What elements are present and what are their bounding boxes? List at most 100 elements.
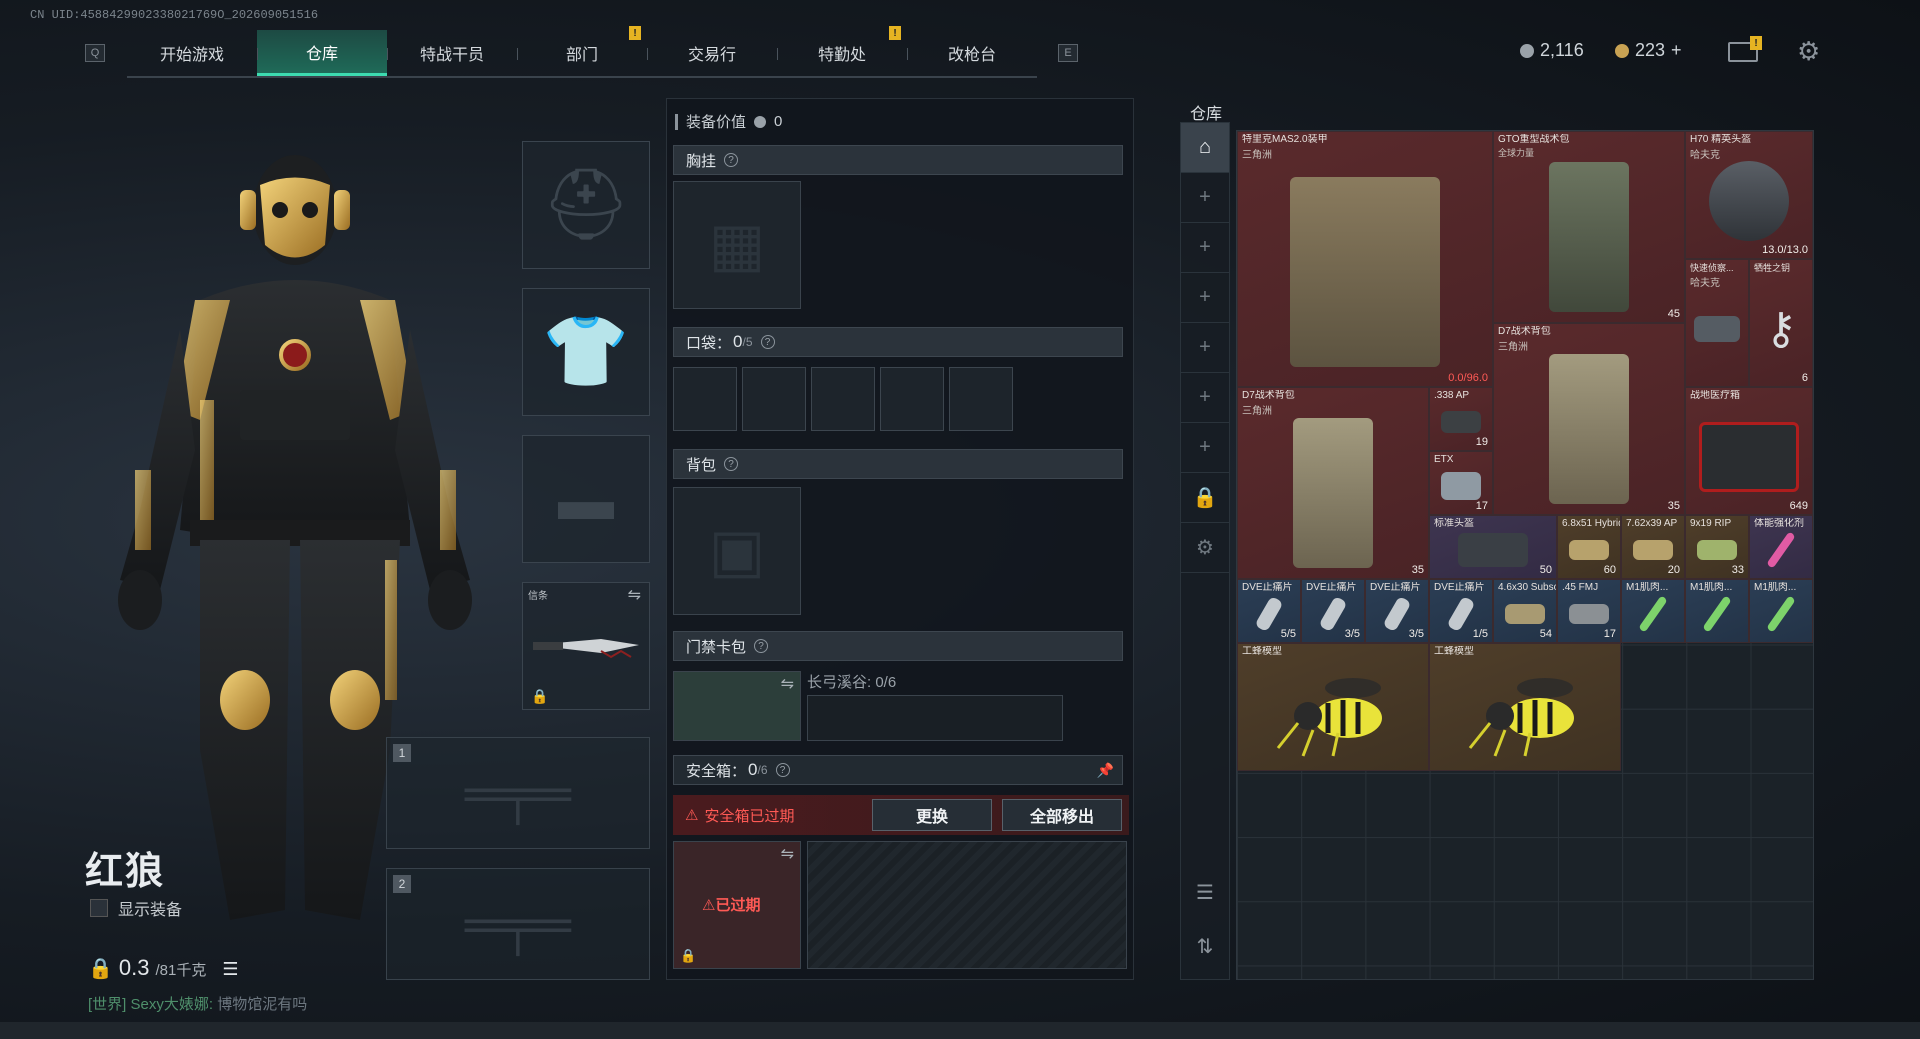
item-name: DVE止痛片 <box>1434 582 1485 593</box>
world-chat[interactable]: [世界] Sexy大婊娜: 博物馆泥有吗 <box>88 993 307 1014</box>
storage-item-key[interactable]: 牺牲之钥 ⚷ 6 <box>1749 259 1813 387</box>
storage-item-d7-bag[interactable]: D7战术背包 三角洲 35 <box>1237 387 1429 579</box>
item-name: 战地医疗箱 <box>1690 390 1740 401</box>
storage-item-stim[interactable]: M1肌肉... <box>1685 579 1749 643</box>
storage-home-tab[interactable]: ⌂ <box>1181 123 1229 173</box>
primary-weapon-slot-1[interactable]: 1 ═╤═ <box>386 737 650 849</box>
storage-item-ammo[interactable]: 9x19 RIP 33 <box>1685 515 1749 579</box>
sort-icon[interactable]: ⇅ <box>1181 923 1229 969</box>
storage-item-helmet[interactable]: 标准头盔 50 <box>1429 515 1557 579</box>
add-storage-tab[interactable]: + <box>1181 223 1229 273</box>
tab-trading[interactable]: 交易行 <box>647 30 777 76</box>
mail-icon[interactable]: ! <box>1728 36 1762 62</box>
item-count: 3/5 <box>1344 628 1360 640</box>
storage-item-ammo[interactable]: 7.62x39 AP 20 <box>1621 515 1685 579</box>
storage-item-medkit[interactable]: 战地医疗箱 649 <box>1685 387 1813 515</box>
storage-item-ammo[interactable]: 4.6x30 Subsonic 54 <box>1493 579 1557 643</box>
storage-item-bee-model[interactable]: 工蜂模型 <box>1429 643 1621 771</box>
storage-item-pills[interactable]: DVE止痛片 1/5 <box>1429 579 1493 643</box>
add-storage-tab[interactable]: + <box>1181 273 1229 323</box>
tab-warehouse[interactable]: 仓库 <box>257 30 387 76</box>
swap-icon[interactable]: ⇋ <box>781 674 794 694</box>
help-icon[interactable]: ? <box>724 457 739 471</box>
pocket-slot-2[interactable] <box>742 367 806 431</box>
storage-item-stim[interactable]: M1肌肉... <box>1621 579 1685 643</box>
melee-slot[interactable]: 信条 ⇋ 🔒 <box>522 582 650 710</box>
pocket-slot-4[interactable] <box>880 367 944 431</box>
ammo-box-icon <box>1569 540 1609 561</box>
pistol-slot[interactable]: ▬ <box>522 435 650 563</box>
primary-weapon-slot-2[interactable]: 2 ═╤═ <box>386 868 650 980</box>
chest-rig-slot[interactable]: ▦ <box>673 181 801 309</box>
add-storage-tab[interactable]: + <box>1181 323 1229 373</box>
storage-item-ammo[interactable]: .45 FMJ 17 <box>1557 579 1621 643</box>
layers-icon[interactable]: ☰ <box>1181 869 1229 915</box>
swap-icon[interactable]: ⇋ <box>628 585 641 605</box>
tab-gunsmith[interactable]: 改枪台 <box>907 30 1037 76</box>
storage-settings-icon[interactable]: ⚙ <box>1181 523 1229 573</box>
storage-item-pills[interactable]: DVE止痛片 3/5 <box>1301 579 1365 643</box>
item-sub: 三角洲 <box>1242 406 1272 417</box>
gold-currency[interactable]: 223 + <box>1615 40 1682 61</box>
keycard-grid[interactable] <box>807 695 1063 741</box>
weapon-slot-number: 1 <box>393 744 411 762</box>
storage-item-ammo[interactable]: ETX 17 <box>1429 451 1493 515</box>
help-icon[interactable]: ? <box>760 335 775 349</box>
gold-amount: 223 <box>1635 40 1666 60</box>
nav-prev-key[interactable]: Q <box>85 44 105 62</box>
armor-slot[interactable]: 👕 <box>522 288 650 416</box>
gold-add-button[interactable]: + <box>1671 40 1682 61</box>
storage-item-ammo[interactable]: 6.8x51 Hybrid 60 <box>1557 515 1621 579</box>
weight-details-list-icon[interactable]: ☰ <box>222 959 238 980</box>
pill-bottle-icon <box>1318 595 1348 633</box>
pockets-header: 口袋： 0 /5 ? <box>673 327 1123 357</box>
storage-grid[interactable]: 特里克MAS2.0装甲 三角洲 0.0/96.0 GTO重型战术包 全球力量 4… <box>1236 130 1814 980</box>
show-equipment-checkbox[interactable] <box>90 899 108 917</box>
storage-item-stim[interactable]: M1肌肉... <box>1749 579 1813 643</box>
backpack-icon <box>1549 161 1629 312</box>
replace-safebox-button[interactable]: 更换 <box>872 799 992 831</box>
keycard-holder-slot[interactable]: ⇋ <box>673 671 801 741</box>
pocket-slot-5[interactable] <box>949 367 1013 431</box>
pocket-slot-1[interactable] <box>673 367 737 431</box>
tab-special-ops[interactable]: ! 特勤处 <box>777 26 907 76</box>
helmet-slot[interactable]: ⛑ <box>522 141 650 269</box>
tab-start-game[interactable]: 开始游戏 <box>127 30 257 76</box>
storage-item-armor[interactable]: 特里克MAS2.0装甲 三角洲 0.0/96.0 <box>1237 131 1493 387</box>
add-storage-tab[interactable]: + <box>1181 373 1229 423</box>
syringe-icon <box>1702 595 1732 633</box>
storage-item-pills[interactable]: DVE止痛片 5/5 <box>1237 579 1301 643</box>
settings-gear-icon[interactable]: ⚙ <box>1797 38 1823 64</box>
show-equipment-toggle[interactable]: 显示装备 <box>90 896 182 920</box>
storage-item-d7-bag[interactable]: D7战术背包 三角洲 35 <box>1493 323 1685 515</box>
tab-operators[interactable]: 特战干员 <box>387 30 517 76</box>
chat-user: Sexy大婊娜: <box>130 996 214 1013</box>
storage-item-recon[interactable]: 快速侦察... 哈夫克 <box>1685 259 1749 387</box>
backpack-slot[interactable]: ▣ <box>673 487 801 615</box>
nav-next-key[interactable]: E <box>1058 44 1078 62</box>
storage-item-bee-model[interactable]: 工蜂模型 <box>1237 643 1429 771</box>
add-storage-tab[interactable]: + <box>1181 423 1229 473</box>
pill-bottle-icon <box>1254 595 1284 633</box>
safebox-slot[interactable]: ⇋ ⚠已过期 🔒 <box>673 841 801 969</box>
locked-tab-lock-icon: 🔒 <box>1181 473 1229 523</box>
pockets-count: 0 <box>733 332 743 351</box>
storage-item-pills[interactable]: DVE止痛片 3/5 <box>1365 579 1429 643</box>
tab-department[interactable]: ! 部门 <box>517 26 647 76</box>
storage-item-ammo[interactable]: .338 AP 19 <box>1429 387 1493 451</box>
help-icon[interactable]: ? <box>754 639 769 653</box>
add-storage-tab[interactable]: + <box>1181 173 1229 223</box>
safebox-grid[interactable] <box>807 841 1127 969</box>
pocket-slot-3[interactable] <box>811 367 875 431</box>
swap-icon[interactable]: ⇋ <box>781 844 794 864</box>
pin-icon[interactable]: 📌 <box>1097 762 1114 779</box>
item-name: H70 精英头盔 <box>1690 134 1752 145</box>
item-name: ETX <box>1434 454 1454 465</box>
help-icon[interactable]: ? <box>724 153 739 167</box>
remove-all-button[interactable]: 全部移出 <box>1002 799 1122 831</box>
item-sub: 哈夫克 <box>1690 278 1720 289</box>
storage-item-stim[interactable]: 体能强化剂 <box>1749 515 1813 579</box>
storage-item-helmet[interactable]: H70 精英头盔 哈夫克 13.0/13.0 <box>1685 131 1813 259</box>
help-icon[interactable]: ? <box>775 763 790 777</box>
storage-item-gto-bag[interactable]: GTO重型战术包 全球力量 45 <box>1493 131 1685 323</box>
